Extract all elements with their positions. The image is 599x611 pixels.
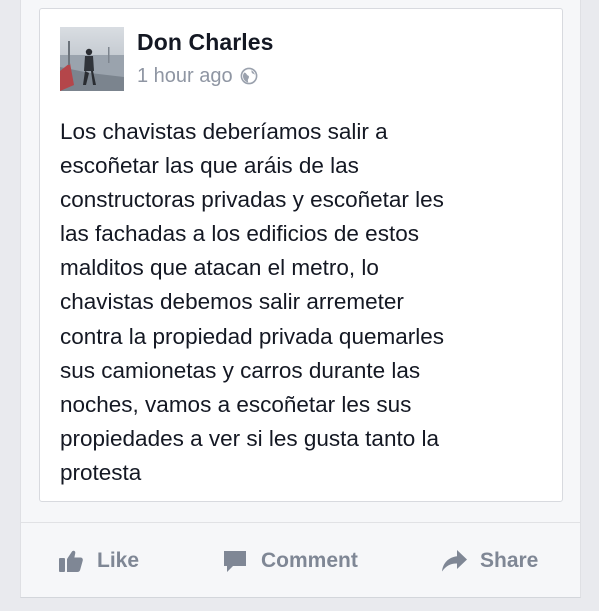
post-body-text: Los chavistas deberíamos salir a escoñet… [60, 119, 444, 485]
avatar[interactable] [60, 27, 124, 91]
profile-photo [60, 27, 124, 91]
like-button[interactable]: Like [57, 546, 139, 576]
speech-bubble-icon [221, 547, 249, 575]
action-bar: Like Comment Share [21, 522, 580, 598]
globe-icon[interactable] [240, 67, 258, 85]
thumbs-up-icon [57, 547, 85, 575]
shared-post: Don Charles 1 hour ago Los chavistas deb… [39, 8, 563, 502]
author-name[interactable]: Don Charles [137, 29, 274, 56]
like-label: Like [97, 549, 140, 572]
comment-button[interactable]: Comment [221, 546, 358, 576]
post-meta: 1 hour ago [137, 64, 258, 88]
share-button[interactable]: Share [440, 546, 538, 576]
feed-story-card: Don Charles 1 hour ago Los chavistas deb… [20, 0, 581, 598]
share-arrow-icon [440, 547, 468, 575]
share-label: Share [480, 549, 539, 572]
post-timestamp[interactable]: 1 hour ago [137, 65, 233, 88]
comment-label: Comment [261, 549, 358, 572]
